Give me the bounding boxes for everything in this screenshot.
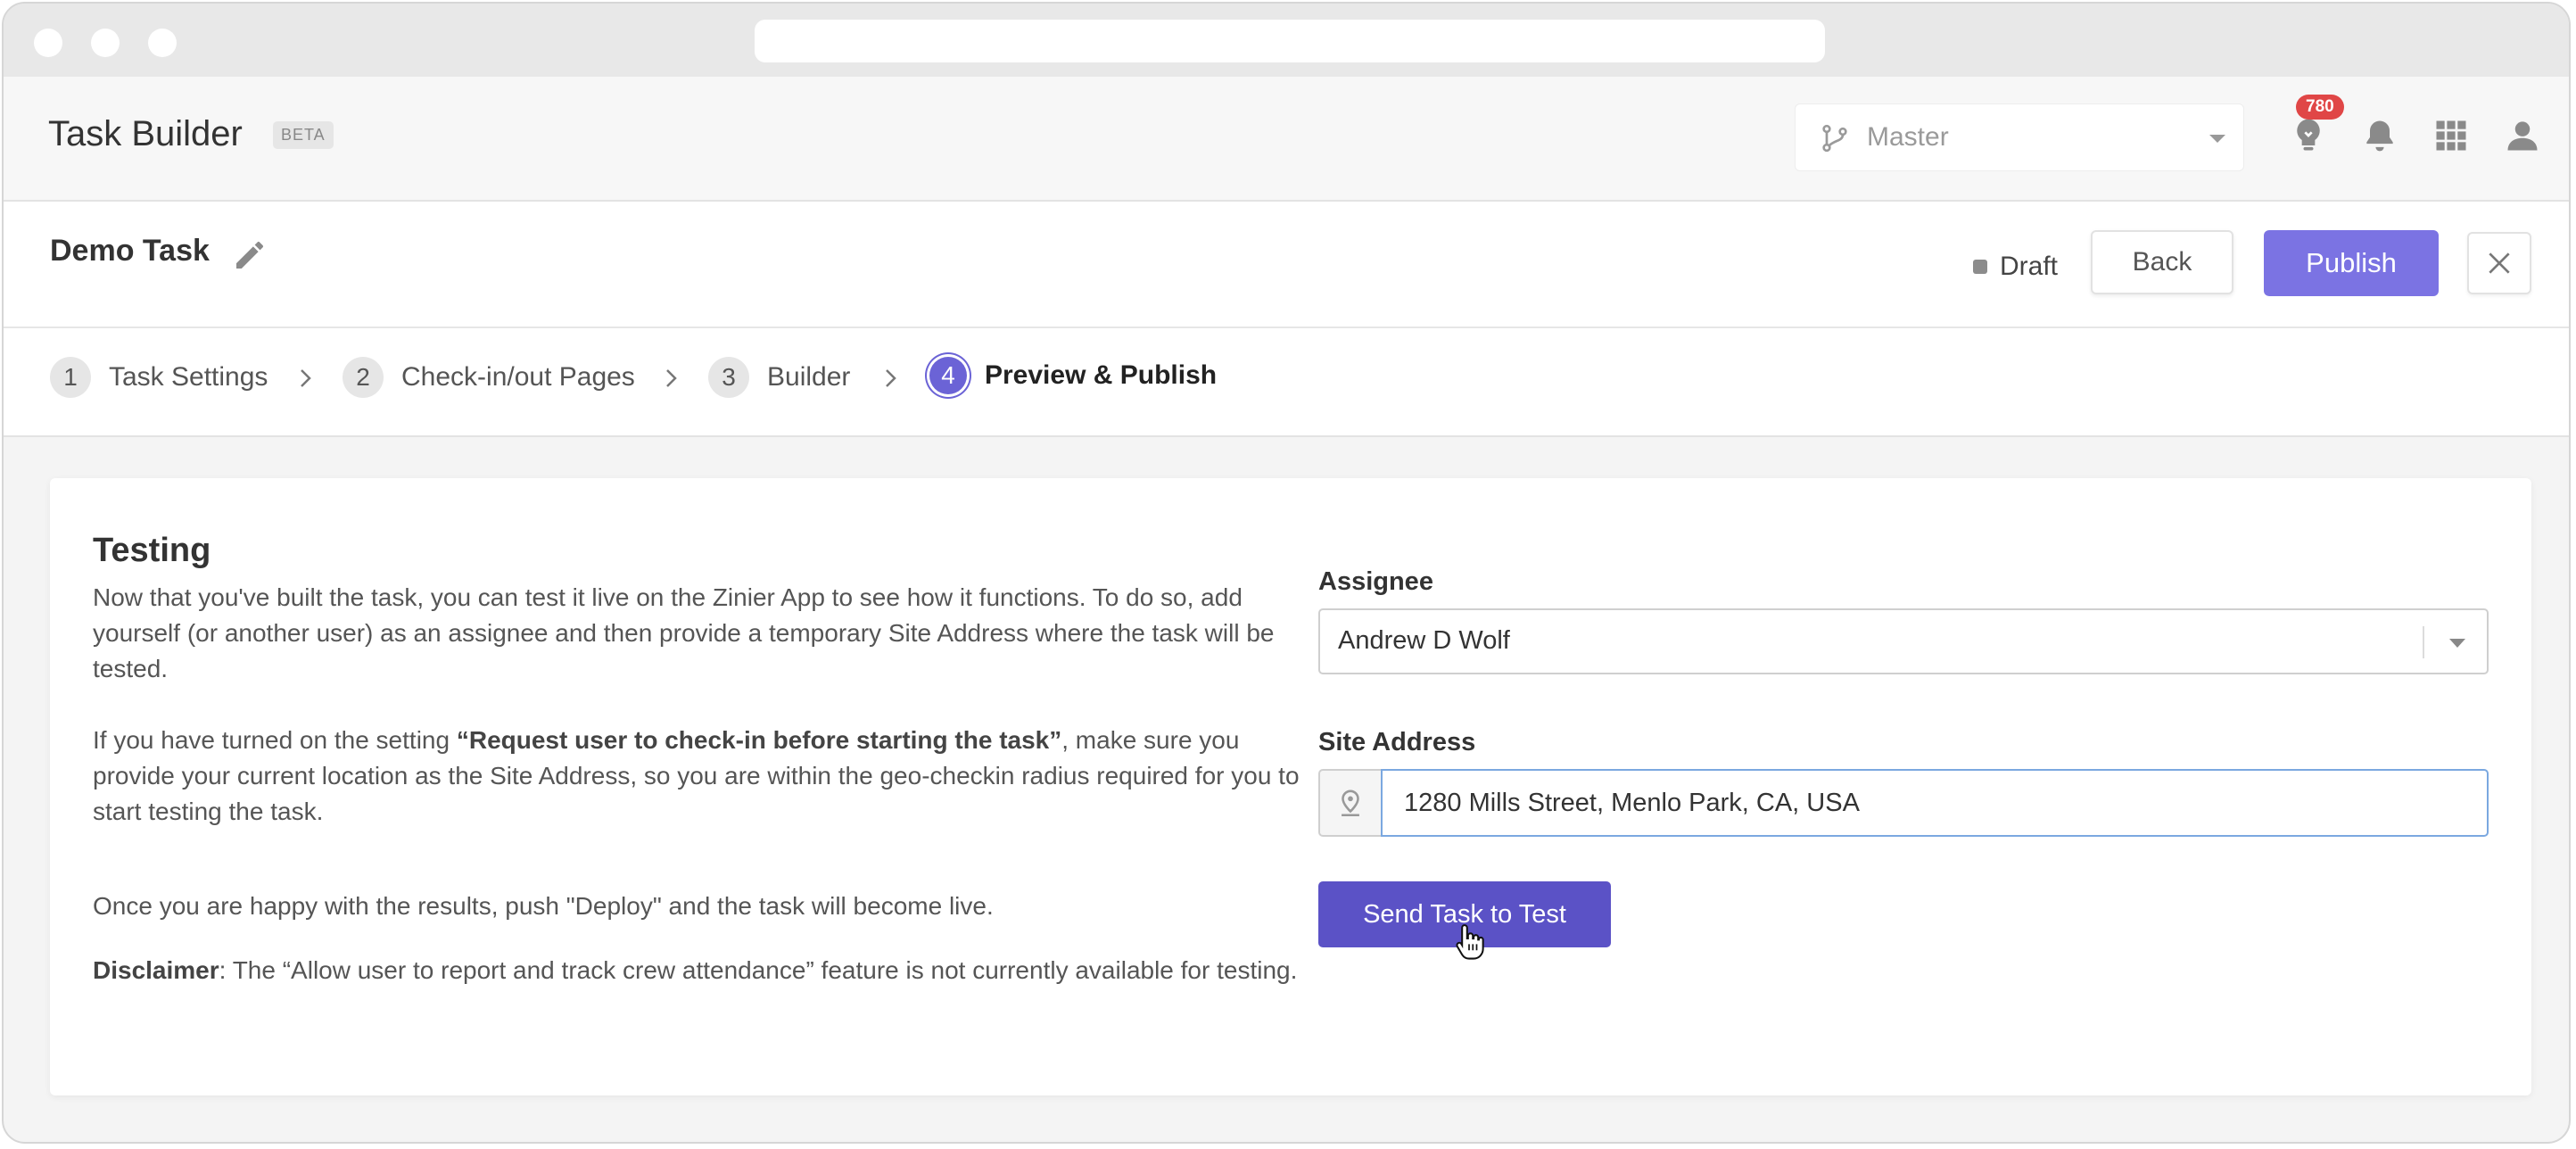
task-header: Demo Task Draft Back Publish	[4, 202, 2569, 328]
step-label: Check-in/out Pages	[401, 362, 635, 392]
disclaimer-text: : The “Allow user to report and track cr…	[219, 956, 1298, 984]
publish-button[interactable]: Publish	[2264, 230, 2439, 296]
app-title: Task Builder	[48, 114, 243, 153]
user-profile-icon[interactable]	[2503, 116, 2542, 155]
site-address-input[interactable]	[1381, 769, 2489, 837]
checkin-setting-name: “Request user to check-in before startin…	[456, 726, 1062, 754]
site-address-group	[1318, 769, 2489, 837]
app-header: Task Builder BETA Master 780	[4, 77, 2569, 202]
window-maximize-dot[interactable]	[148, 29, 177, 57]
assignee-label: Assignee	[1318, 567, 1433, 596]
assignee-select[interactable]: Andrew D Wolf	[1318, 608, 2489, 674]
disclaimer-label: Disclaimer	[93, 956, 219, 984]
step-label: Preview & Publish	[985, 360, 1218, 390]
step-number: 2	[343, 357, 384, 398]
browser-chrome	[4, 4, 2569, 78]
status-label: Draft	[2000, 252, 2059, 281]
checkin-note-pre: If you have turned on the setting	[93, 726, 457, 754]
step-preview-publish[interactable]: 4 Preview & Publish	[929, 357, 1217, 394]
section-title: Testing	[93, 532, 211, 569]
step-number: 3	[708, 357, 749, 398]
chevron-right-icon	[301, 369, 311, 387]
back-button[interactable]: Back	[2091, 230, 2233, 294]
window-minimize-dot[interactable]	[91, 29, 120, 57]
beta-badge: BETA	[273, 121, 334, 149]
intro-text: Now that you've built the task, you can …	[93, 583, 1275, 682]
step-number: 1	[50, 357, 91, 398]
chevron-down-icon	[2209, 135, 2225, 143]
step-number: 4	[929, 357, 967, 394]
git-branch-icon	[1822, 124, 1847, 153]
branch-label: Master	[1867, 122, 1949, 152]
checkin-note: If you have turned on the setting “Reque…	[93, 723, 1315, 830]
deploy-note: Once you are happy with the results, pus…	[93, 892, 994, 920]
lightbulb-icon[interactable]	[2289, 116, 2328, 155]
close-button[interactable]	[2467, 232, 2531, 294]
location-addon	[1318, 769, 1381, 837]
hand-pointer-cursor-icon	[1456, 924, 1484, 960]
disclaimer: Disclaimer: The “Allow user to report an…	[93, 953, 1315, 988]
app-grid-icon[interactable]	[2432, 116, 2471, 155]
step-task-settings[interactable]: 1 Task Settings	[50, 357, 268, 398]
address-bar[interactable]	[755, 20, 1825, 62]
step-label: Task Settings	[109, 362, 268, 392]
window-close-dot[interactable]	[34, 29, 62, 57]
chevron-down-icon[interactable]	[2449, 639, 2465, 648]
task-status: Draft	[1973, 252, 2058, 282]
close-icon	[2489, 252, 2510, 274]
task-name: Demo Task	[50, 234, 210, 268]
step-label: Builder	[767, 362, 851, 392]
status-indicator	[1973, 260, 1987, 274]
step-builder[interactable]: 3 Builder	[708, 357, 850, 398]
browser-window: Task Builder BETA Master 780 Demo Task D…	[2, 2, 2571, 1144]
select-divider	[2423, 626, 2424, 658]
pencil-edit-icon[interactable]	[232, 237, 268, 273]
site-address-label: Site Address	[1318, 728, 1476, 756]
branch-selector[interactable]: Master	[1795, 103, 2244, 171]
testing-card: Testing Now that you've built the task, …	[50, 478, 2531, 1095]
chevron-right-icon	[666, 369, 677, 387]
chevron-right-icon	[886, 369, 896, 387]
map-pin-icon	[1342, 789, 1359, 817]
bell-icon[interactable]	[2360, 116, 2399, 155]
notification-count-badge: 780	[2296, 95, 2344, 120]
step-navigation: 1 Task Settings 2 Check-in/out Pages 3 B…	[4, 328, 2569, 437]
assignee-value: Andrew D Wolf	[1338, 626, 1510, 655]
step-check-in-out-pages[interactable]: 2 Check-in/out Pages	[343, 357, 635, 398]
